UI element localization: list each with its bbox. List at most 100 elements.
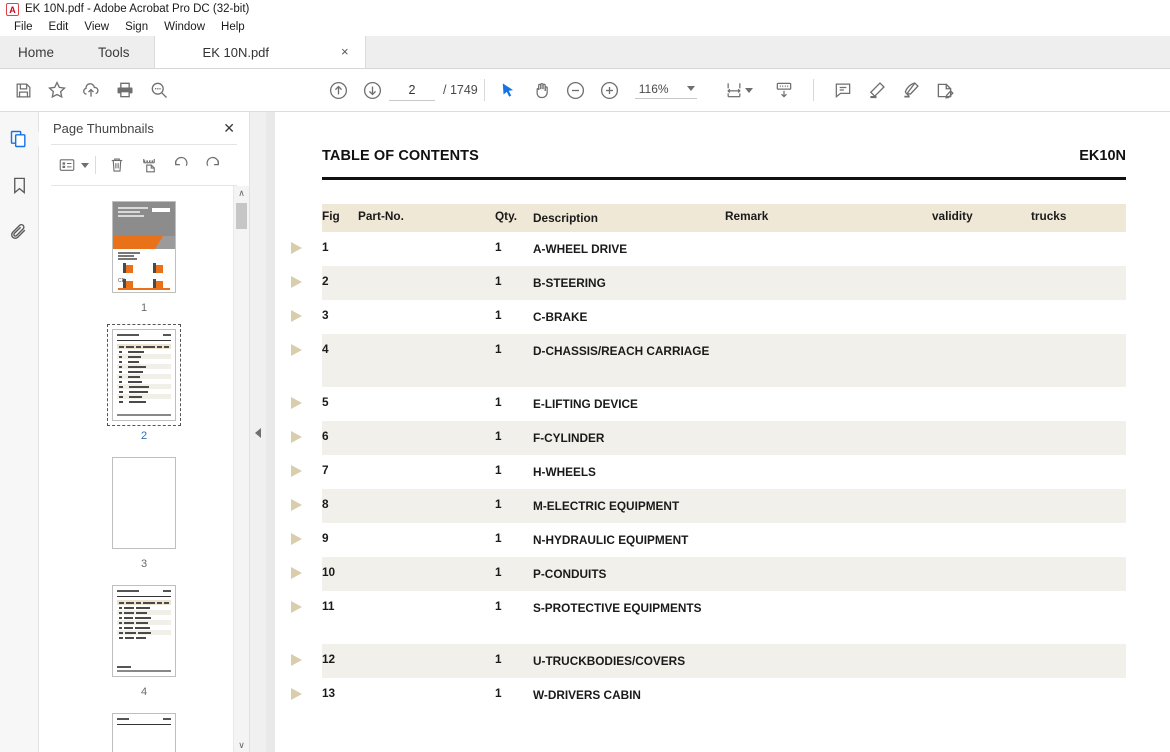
cell-qty: 1	[495, 598, 502, 613]
expand-triangle-icon[interactable]	[291, 275, 302, 288]
pencil-draw-icon[interactable]	[894, 73, 928, 107]
zoom-in-icon[interactable]	[593, 73, 627, 107]
expand-triangle-icon[interactable]	[291, 309, 302, 322]
title-bar: A EK 10N.pdf - Adobe Acrobat Pro DC (32-…	[0, 0, 1170, 18]
menu-help[interactable]: Help	[213, 20, 253, 34]
expand-triangle-icon[interactable]	[291, 532, 302, 545]
expand-triangle-icon[interactable]	[291, 464, 302, 477]
expand-triangle-icon[interactable]	[291, 343, 302, 356]
table-row[interactable]: 3 1 C-BRAKE	[291, 300, 1126, 334]
tab-tools[interactable]: Tools	[74, 36, 154, 68]
table-row[interactable]: 1 1 A-WHEEL DRIVE	[291, 232, 1126, 266]
cell-fig: 12	[322, 651, 336, 666]
expand-triangle-icon[interactable]	[291, 566, 302, 579]
rotate-counterclockwise-icon[interactable]	[166, 151, 196, 179]
table-row[interactable]: 11 1 S-PROTECTIVE EQUIPMENTS	[291, 591, 1126, 644]
thumbnail-page-4[interactable]: 4	[107, 580, 181, 698]
table-row[interactable]: 8 1 M-ELECTRIC EQUIPMENT	[291, 488, 1126, 523]
expand-triangle-icon[interactable]	[291, 241, 302, 254]
cell-fig: 11	[322, 598, 335, 613]
previous-page-button[interactable]	[321, 73, 355, 107]
menu-edit[interactable]: Edit	[41, 20, 77, 34]
document-view[interactable]: TABLE OF CONTENTS EK10N Fig Part-No. Qty…	[266, 112, 1170, 752]
close-icon[interactable]: ×	[339, 45, 351, 60]
thumbnail-page-3[interactable]: 3	[107, 452, 181, 570]
menu-window[interactable]: Window	[156, 20, 213, 34]
toolbar-divider-1	[483, 79, 485, 101]
cell-description: A-WHEEL DRIVE	[533, 241, 628, 256]
thumbnail-page-5[interactable]	[107, 708, 181, 752]
cell-qty: 1	[495, 462, 502, 477]
document-model-label: EK10N	[1079, 148, 1126, 164]
menu-file[interactable]: File	[6, 20, 41, 34]
print-icon[interactable]	[108, 73, 142, 107]
tab-home[interactable]: Home	[0, 36, 74, 68]
thumbnail-scrollbar[interactable]: ∧ ∨	[233, 186, 249, 752]
column-header-validity: validity	[932, 208, 973, 223]
chevron-down-icon[interactable]	[81, 162, 89, 168]
scrollbar-thumb[interactable]	[236, 203, 247, 229]
expand-triangle-icon[interactable]	[291, 430, 302, 443]
cursor-arrow-icon[interactable]	[491, 73, 525, 107]
table-row[interactable]: 5 1 E-LIFTING DEVICE	[291, 387, 1126, 421]
cell-qty: 1	[495, 496, 502, 511]
attachments-icon[interactable]	[6, 218, 32, 244]
thumbnail-page-1[interactable]: CE 1	[107, 196, 181, 314]
cell-description: F-CYLINDER	[533, 430, 605, 445]
table-row[interactable]: 6 1 F-CYLINDER	[291, 420, 1126, 455]
extract-pages-icon[interactable]	[134, 151, 164, 179]
upload-cloud-icon[interactable]	[74, 73, 108, 107]
cell-fig: 9	[322, 530, 329, 545]
tab-document[interactable]: EK 10N.pdf ×	[153, 36, 366, 68]
expand-triangle-icon[interactable]	[291, 498, 302, 511]
header-rule	[322, 177, 1126, 180]
expand-triangle-icon[interactable]	[291, 687, 302, 700]
table-row[interactable]: 4 1 D-CHASSIS/REACH CARRIAGE	[291, 333, 1126, 387]
thumbnail-list[interactable]: CE 1 2 3 4 ∧ ∨	[39, 186, 249, 752]
menu-view[interactable]: View	[76, 20, 117, 34]
scroll-up-arrow-icon[interactable]: ∧	[234, 186, 249, 201]
thumbnail-selection-frame	[107, 324, 181, 426]
table-row[interactable]: 9 1 N-HYDRAULIC EQUIPMENT	[291, 523, 1126, 557]
table-row[interactable]: 2 1 B-STEERING	[291, 265, 1126, 300]
star-icon[interactable]	[40, 73, 74, 107]
zoom-level-dropdown[interactable]: 116%	[634, 82, 697, 99]
next-page-button[interactable]	[355, 73, 389, 107]
table-header-row: Fig Part-No. Qty. Description Remark val…	[322, 203, 1126, 232]
scroll-mode-icon[interactable]	[767, 73, 801, 107]
scroll-down-arrow-icon[interactable]: ∨	[234, 738, 249, 752]
expand-triangle-icon[interactable]	[291, 600, 302, 613]
menu-sign[interactable]: Sign	[117, 20, 156, 34]
cell-description: M-ELECTRIC EQUIPMENT	[533, 498, 680, 513]
bookmarks-icon[interactable]	[6, 172, 32, 198]
table-row[interactable]: 10 1 P-CONDUITS	[291, 556, 1126, 591]
delete-pages-icon[interactable]	[102, 151, 132, 179]
expand-triangle-icon[interactable]	[291, 653, 302, 666]
thumbnail-page-2[interactable]: 2	[107, 324, 181, 442]
column-header-remark: Remark	[725, 208, 769, 223]
collapse-panel-icon[interactable]	[250, 112, 267, 752]
save-icon[interactable]	[6, 73, 40, 107]
page-title: TABLE OF CONTENTS	[322, 148, 479, 164]
comment-icon[interactable]	[826, 73, 860, 107]
search-icon[interactable]	[142, 73, 176, 107]
expand-triangle-icon[interactable]	[291, 396, 302, 409]
cell-qty: 1	[495, 341, 502, 356]
close-icon[interactable]: ✕	[223, 121, 235, 135]
cell-fig: 1	[322, 239, 329, 254]
rotate-clockwise-icon[interactable]	[198, 151, 228, 179]
page-thumbnails-icon[interactable]	[6, 126, 32, 152]
cell-description: B-STEERING	[533, 275, 606, 290]
table-row[interactable]: 13 1 W-DRIVERS CABIN	[291, 678, 1126, 712]
fill-and-sign-icon[interactable]	[928, 73, 962, 107]
table-row[interactable]: 7 1 H-WHEELS	[291, 455, 1126, 489]
thumbnail-size-options-icon[interactable]	[49, 151, 85, 179]
table-row[interactable]: 12 1 U-TRUCKBODIES/COVERS	[291, 643, 1126, 678]
fit-width-chevron-icon[interactable]	[744, 87, 753, 93]
page-number-input[interactable]	[389, 79, 435, 101]
panel-toolbar-divider	[95, 156, 96, 174]
zoom-out-icon[interactable]	[559, 73, 593, 107]
highlighter-icon[interactable]	[860, 73, 894, 107]
hand-icon[interactable]	[525, 73, 559, 107]
contents-table: Fig Part-No. Qty. Description Remark val…	[291, 203, 1126, 712]
